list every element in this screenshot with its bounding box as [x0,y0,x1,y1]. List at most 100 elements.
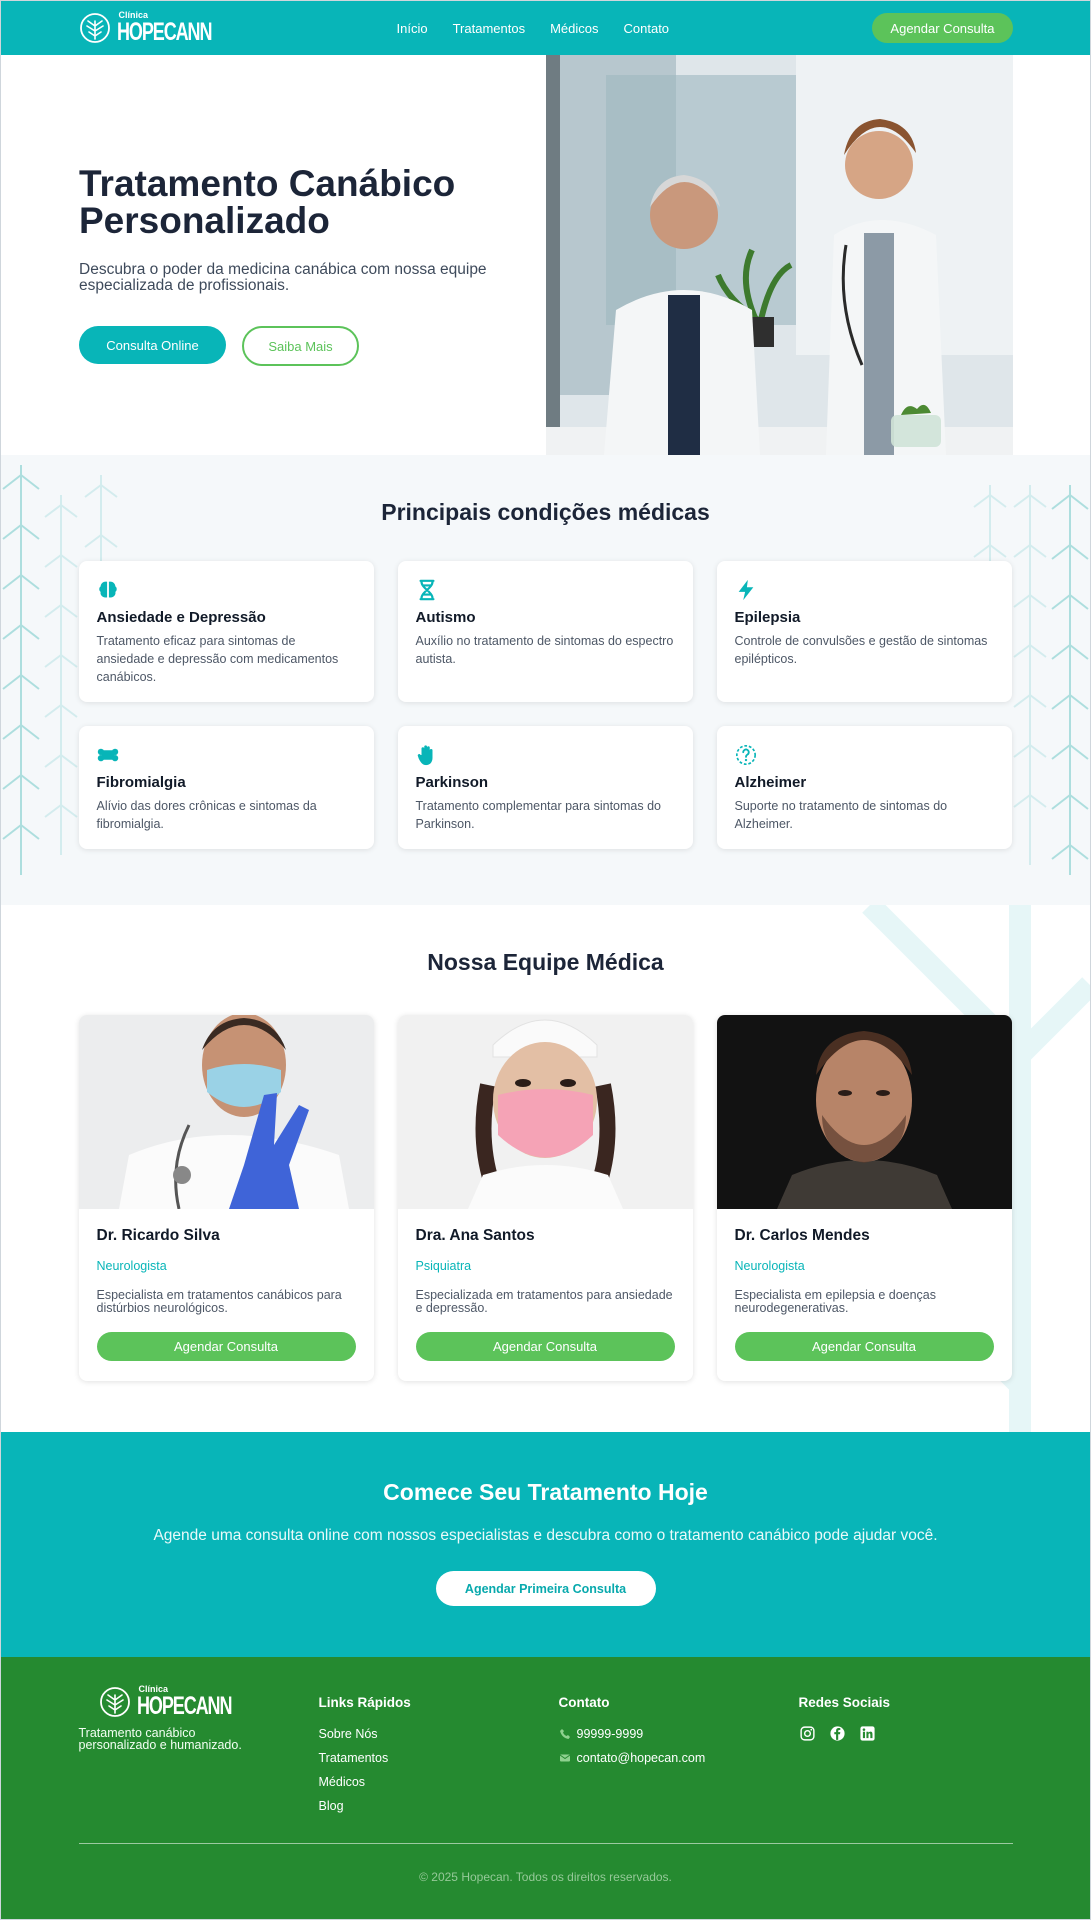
conditions-section: Principais condições médicas Ansiedade e… [1,455,1090,905]
leaf-logo-icon [79,13,110,43]
condition-title: Epilepsia [734,609,801,626]
nav-link-contato[interactable]: Contato [624,21,670,36]
doctor-specialty: Neurologista [96,1259,167,1273]
hero-section: Tratamento Canábico Personalizado Descub… [1,55,1090,455]
condition-card[interactable]: Parkinson Tratamento complementar para s… [397,726,693,849]
condition-card[interactable]: Epilepsia Controle de convulsões e gestã… [716,561,1012,702]
doctor-photo [78,1015,374,1209]
doctors-grid: Dr. Ricardo Silva Neurologista Especiali… [78,1015,1013,1381]
team-title: Nossa Equipe Médica [427,949,664,975]
condition-title: Parkinson [415,774,489,791]
site-footer: Clínica HOPECANN Tratamento canábico per… [1,1657,1090,1919]
team-section: Nossa Equipe Médica Dr. Ricardo Silva Ne… [1,905,1090,1432]
page: Clínica HOPECANN Início Tratamentos Médi… [0,0,1091,1920]
logo-brand-text: HOPECANN [116,18,212,46]
condition-title: Alzheimer [734,774,807,791]
doctor-photo [397,1015,693,1209]
hero-subtitle-line-2: especializada de profissionais. [79,277,290,294]
condition-card[interactable]: Alzheimer Suporte no tratamento de sinto… [716,726,1012,849]
hand-icon [417,745,432,766]
footer-email[interactable]: contato@hopecan.com [559,1746,799,1770]
doctor-desc: Especializada em tratamentos para ansied… [415,1288,673,1315]
site-header: Clínica HOPECANN Início Tratamentos Médi… [1,1,1090,55]
hero-subtitle: Descubra o poder da medicina canábica co… [79,262,539,294]
doctor-card: Dr. Ricardo Silva Neurologista Especiali… [78,1015,374,1381]
header-schedule-button[interactable]: Agendar Consulta [872,13,1013,43]
bolt-icon [738,579,753,601]
footer-links-title: Links Rápidos [318,1695,411,1710]
footer-phone[interactable]: 99999-9999 [559,1722,799,1746]
doctor-name: Dr. Carlos Mendes [734,1227,870,1244]
condition-title: Autismo [415,609,476,626]
condition-card[interactable]: Fibromialgia Alívio das dores crônicas e… [78,726,374,849]
facebook-icon[interactable] [829,1725,846,1742]
footer-social-title: Redes Sociais [798,1695,891,1710]
doctor-desc: Especialista em epilepsia e doenças neur… [734,1288,937,1315]
footer-phone-text: 99999-9999 [576,1727,644,1741]
envelope-icon [559,1754,570,1762]
conditions-title: Principais condições médicas [381,499,710,525]
doctor-schedule-button[interactable]: Agendar Consulta [96,1332,356,1361]
linkedin-icon[interactable] [859,1725,876,1742]
condition-desc: Suporte no tratamento de sintomas do Alz… [734,799,948,831]
condition-desc: Tratamento eficaz para sintomas de ansie… [96,634,339,684]
hero-subtitle-line-1: Descubra o poder da medicina canábica co… [79,261,487,278]
doctor-name: Dr. Ricardo Silva [96,1227,220,1244]
footer-contact: Contato 99999-9999 contato@hopecan.com [559,1687,799,1843]
doctor-schedule-button[interactable]: Agendar Consulta [734,1332,994,1361]
condition-card[interactable]: Ansiedade e Depressão Tratamento eficaz … [78,561,374,702]
hero-title-line-2: Personalizado [79,200,330,241]
doctor-photo [716,1015,1012,1209]
bone-icon [97,748,118,762]
main-nav: Início Tratamentos Médicos Contato [397,21,670,36]
dna-icon [418,579,435,601]
brain-icon [98,581,117,598]
nav-link-medicos[interactable]: Médicos [550,21,598,36]
footer-link-blog[interactable]: Blog [319,1794,559,1818]
conditions-grid: Ansiedade e Depressão Tratamento eficaz … [78,561,1013,849]
condition-desc: Tratamento complementar para sintomas do… [415,799,661,831]
doctor-specialty: Psiquiatra [415,1259,472,1273]
condition-desc: Controle de convulsões e gestão de sinto… [734,634,988,666]
doctor-card: Dr. Carlos Mendes Neurologista Especiali… [716,1015,1012,1381]
hero-title-line-1: Tratamento Canábico [79,163,456,204]
cta-section: Comece Seu Tratamento Hoje Agende uma co… [1,1432,1090,1657]
first-consult-button[interactable]: Agendar Primeira Consulta [435,1571,656,1606]
online-consult-button[interactable]: Consulta Online [79,326,226,364]
logo-brand-text: HOPECANN [136,1692,232,1720]
footer-brand: Clínica HOPECANN Tratamento canábico per… [78,1685,319,1843]
footer-link-tratamentos[interactable]: Tratamentos [319,1746,559,1770]
condition-card[interactable]: Autismo Auxílio no tratamento de sintoma… [397,561,693,702]
doctor-schedule-button[interactable]: Agendar Consulta [415,1332,675,1361]
doctor-desc: Especialista em tratamentos canábicos pa… [96,1288,342,1315]
footer-logo[interactable]: Clínica HOPECANN [99,1685,319,1719]
cta-subtitle: Agende uma consulta online com nossos es… [153,1527,938,1544]
footer-tagline-line-2: personalizado e humanizado. [78,1738,242,1752]
footer-link-sobre[interactable]: Sobre Nós [319,1722,559,1746]
hero-doctors-photo [546,55,1013,455]
leaf-logo-icon [99,1687,130,1717]
cta-title: Comece Seu Tratamento Hoje [383,1479,708,1505]
condition-desc: Alívio das dores crônicas e sintomas da … [96,799,317,831]
nav-link-tratamentos[interactable]: Tratamentos [453,21,526,36]
doctor-name: Dra. Ana Santos [415,1227,535,1244]
doctor-card: Dra. Ana Santos Psiquiatra Especializada… [397,1015,693,1381]
footer-email-text: contato@hopecan.com [576,1751,706,1765]
instagram-icon[interactable] [799,1725,816,1742]
phone-icon [559,1729,570,1739]
footer-tagline: Tratamento canábico personalizado e huma… [78,1727,319,1752]
learn-more-button[interactable]: Saiba Mais [242,326,359,366]
footer-links: Links Rápidos Sobre Nós Tratamentos Médi… [319,1687,559,1843]
hero-title: Tratamento Canábico Personalizado [79,165,539,239]
nav-link-inicio[interactable]: Início [397,21,428,36]
condition-title: Fibromialgia [96,774,186,791]
question-icon [735,745,756,765]
footer-contact-title: Contato [558,1695,610,1710]
footer-link-medicos[interactable]: Médicos [319,1770,559,1794]
condition-desc: Auxílio no tratamento de sintomas do esp… [415,634,674,666]
condition-title: Ansiedade e Depressão [96,609,266,626]
doctor-specialty: Neurologista [734,1259,805,1273]
copyright-text: © 2025 Hopecan. Todos os direitos reserv… [419,1870,672,1884]
footer-social: Redes Sociais [799,1687,1013,1843]
logo[interactable]: Clínica HOPECANN [79,11,248,45]
